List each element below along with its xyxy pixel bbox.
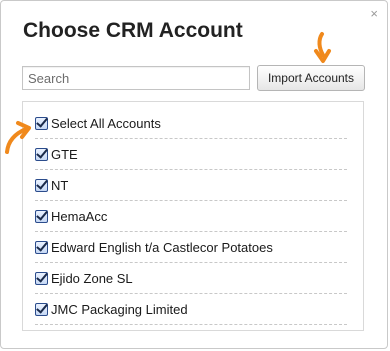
account-checkbox[interactable] [35, 178, 48, 192]
account-checkbox[interactable] [35, 271, 48, 285]
list-item[interactable]: Ejido Zone SL [35, 263, 347, 294]
list-item[interactable]: HemaAcc [35, 201, 347, 232]
account-checkbox[interactable] [35, 209, 48, 223]
select-all-row[interactable]: Select All Accounts [35, 108, 347, 139]
list-item[interactable]: GTE [35, 139, 347, 170]
account-label: HemaAcc [51, 208, 108, 224]
list-item[interactable]: JMC Packaging Limited [35, 294, 347, 325]
account-checkbox[interactable] [35, 147, 48, 161]
account-checkbox[interactable] [35, 240, 48, 254]
select-all-label: Select All Accounts [51, 115, 161, 131]
dialog-title: Choose CRM Account [23, 19, 243, 42]
account-label: Edward English t/a Castlecor Potatoes [51, 239, 273, 255]
curved-arrow-right-icon [5, 121, 31, 154]
select-all-checkbox[interactable] [35, 116, 48, 130]
account-checkbox[interactable] [35, 302, 48, 316]
account-label: GTE [51, 146, 78, 162]
import-accounts-button[interactable]: Import Accounts [257, 65, 365, 91]
account-label: Ejido Zone SL [51, 270, 133, 286]
account-label: NT [51, 177, 69, 193]
curved-arrow-down-icon [314, 32, 331, 63]
list-item[interactable]: Edward English t/a Castlecor Potatoes [35, 232, 347, 263]
close-icon[interactable]: × [370, 7, 378, 20]
accounts-list: Select All Accounts GTE NT HemaAcc Edwar… [22, 101, 364, 331]
list-item[interactable]: NT [35, 170, 347, 201]
account-label: JMC Packaging Limited [51, 301, 188, 317]
search-input[interactable] [22, 66, 250, 90]
